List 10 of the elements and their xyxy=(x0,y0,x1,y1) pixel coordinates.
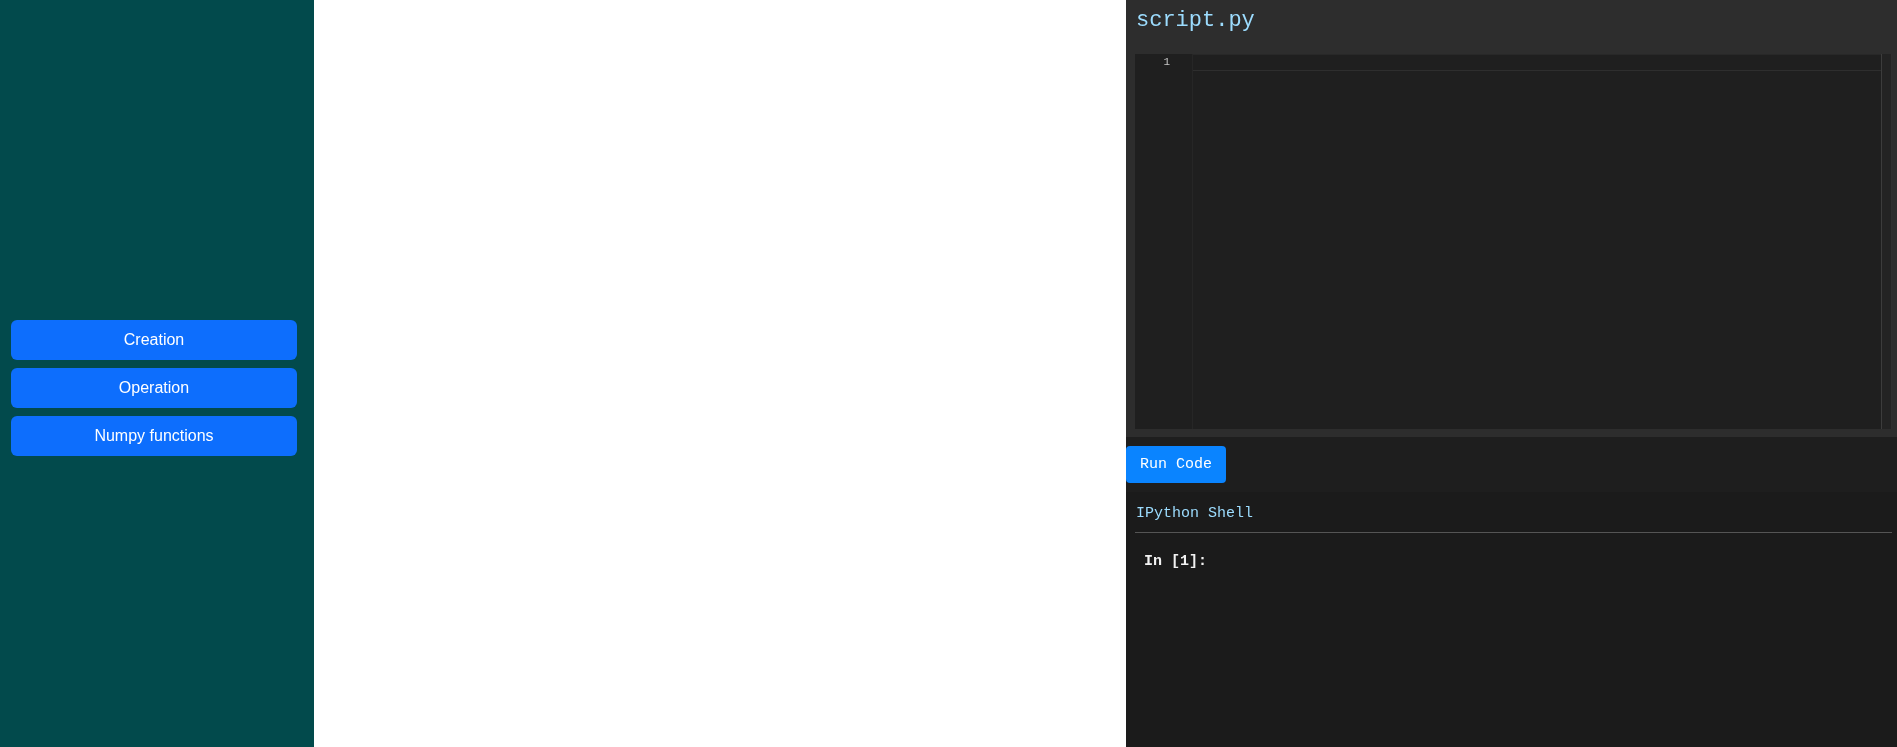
sidebar-button[interactable]: Operation xyxy=(11,367,297,408)
file-name: script.py xyxy=(1136,7,1255,35)
sidebar-button[interactable]: Numpy functions xyxy=(11,415,297,456)
line-number: 1 xyxy=(1163,55,1170,70)
code-editor[interactable]: 1 xyxy=(1135,54,1892,429)
run-code-button[interactable]: Run Code xyxy=(1126,446,1226,483)
shell-title: IPython Shell xyxy=(1135,504,1255,524)
sidebar-button[interactable]: Creation xyxy=(11,319,297,360)
vertical-scrollbar[interactable] xyxy=(1881,54,1892,429)
shell-prompt: In [1]: xyxy=(1144,552,1207,572)
